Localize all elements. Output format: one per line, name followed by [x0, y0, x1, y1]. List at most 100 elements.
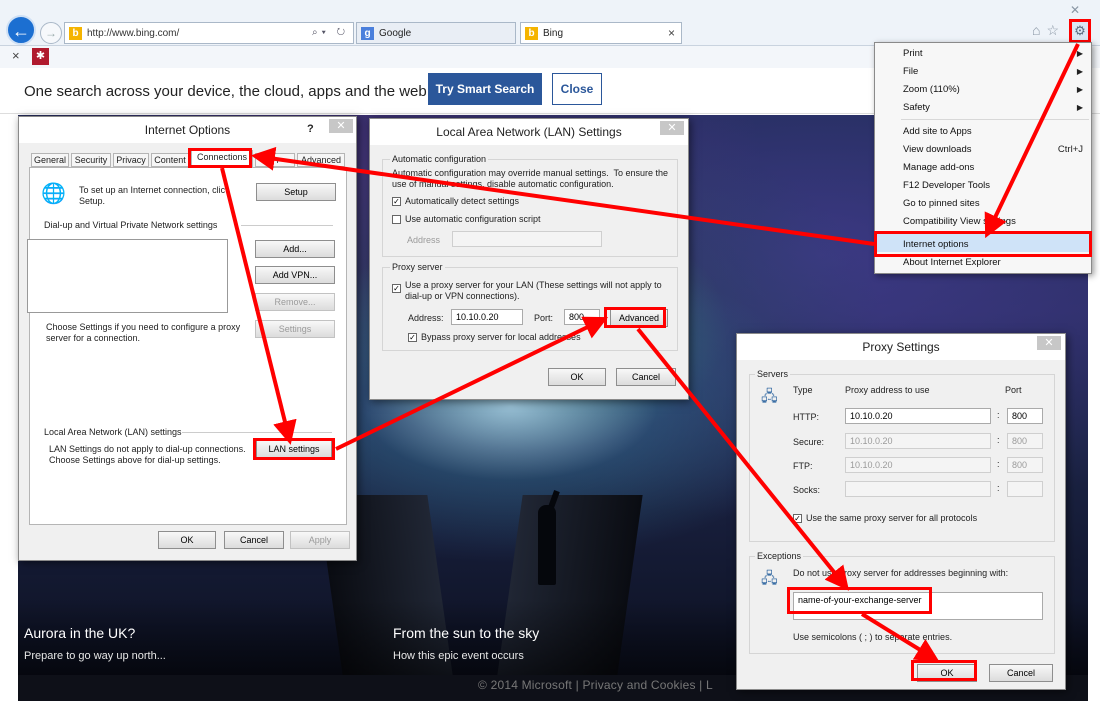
connections-listbox[interactable]: [27, 239, 228, 313]
divider: [241, 225, 333, 226]
col-address: Proxy address to use: [845, 385, 930, 395]
ok-button[interactable]: OK: [548, 368, 606, 386]
secure-address-input[interactable]: 10.10.0.20: [845, 433, 991, 449]
exceptions-heading: Exceptions: [755, 551, 804, 561]
tab-programs[interactable]: Pr: [255, 153, 295, 167]
choose-settings-text: Choose Settings if you need to configure…: [46, 322, 241, 343]
use-proxy-checkbox[interactable]: ✓: [392, 284, 401, 293]
tab-google[interactable]: g Google: [356, 22, 516, 44]
col-type: Type: [793, 385, 813, 395]
close-icon[interactable]: ✕: [1037, 336, 1061, 350]
secure-port-input[interactable]: 800: [1007, 433, 1043, 449]
hero-right-title[interactable]: From the sun to the sky: [393, 625, 539, 641]
network-icon: 🖧: [761, 570, 778, 587]
home-favorites-icons[interactable]: ⌂☆: [1032, 22, 1065, 39]
menu-item-f12-tools[interactable]: F12 Developer Tools: [903, 180, 990, 191]
close-icon[interactable]: ✕: [329, 119, 353, 133]
cancel-button[interactable]: Cancel: [989, 664, 1053, 682]
close-icon[interactable]: ×: [12, 48, 20, 63]
search-refresh-icons[interactable]: ⌕▾ ↻: [312, 27, 349, 38]
tab-label: Google: [379, 28, 412, 39]
bing-icon: b: [525, 27, 538, 40]
auto-detect-checkbox[interactable]: ✓: [392, 197, 401, 206]
app-icon[interactable]: ✱: [32, 48, 49, 65]
close-icon[interactable]: ✕: [660, 121, 684, 135]
advanced-button-highlight: [604, 307, 666, 328]
menu-item-manage-addons[interactable]: Manage add-ons: [903, 162, 974, 173]
menu-item-view-downloads[interactable]: View downloads: [903, 144, 971, 155]
ok-button[interactable]: OK: [158, 531, 216, 549]
colon: :: [997, 410, 1000, 420]
port-input[interactable]: 800: [564, 309, 600, 325]
setup-button[interactable]: Setup: [256, 183, 336, 201]
tab-advanced[interactable]: Advanced: [297, 153, 345, 167]
script-address-input[interactable]: [452, 231, 602, 247]
submenu-arrow-icon: ▶: [1076, 85, 1083, 94]
http-port-input[interactable]: 800: [1007, 408, 1043, 424]
tab-close-icon[interactable]: ×: [668, 26, 675, 40]
exceptions-text: Do not use proxy server for addresses be…: [793, 568, 1009, 578]
tab-content[interactable]: Content: [151, 153, 189, 167]
address-bar[interactable]: b http://www.bing.com/ ⌕▾ ↻: [64, 22, 354, 44]
hero-left-subtitle[interactable]: Prepare to go way up north...: [24, 650, 166, 662]
tab-privacy[interactable]: Privacy: [113, 153, 149, 167]
hero-left-title[interactable]: Aurora in the UK?: [24, 625, 135, 641]
socks-port-input[interactable]: [1007, 481, 1043, 497]
try-smart-search-button[interactable]: Try Smart Search: [428, 73, 542, 105]
menu-item-about-ie[interactable]: About Internet Explorer: [903, 257, 1001, 268]
proxy-server-heading: Proxy server: [390, 262, 445, 272]
gear-icon[interactable]: ⚙: [1069, 19, 1091, 43]
row-type: Secure:: [793, 437, 825, 447]
divider: [182, 432, 332, 433]
port-label: Port:: [534, 313, 554, 323]
proxy-address-input[interactable]: 10.10.0.20: [451, 309, 523, 325]
hero-right-subtitle[interactable]: How this epic event occurs: [393, 650, 524, 662]
ftp-address-input[interactable]: 10.10.0.20: [845, 457, 991, 473]
ftp-port-input[interactable]: 800: [1007, 457, 1043, 473]
tab-bing[interactable]: b Bing ×: [520, 22, 682, 44]
submenu-arrow-icon: ▶: [1076, 67, 1083, 76]
use-script-checkbox[interactable]: [392, 215, 401, 224]
use-proxy-label: Use a proxy server for your LAN (These s…: [405, 280, 662, 301]
close-banner-button[interactable]: Close: [552, 73, 602, 105]
window-close-icon[interactable]: ✕: [1070, 3, 1080, 17]
http-address-input[interactable]: 10.10.0.20: [845, 408, 991, 424]
cancel-button[interactable]: Cancel: [224, 531, 284, 549]
proxy-settings-dialog: Proxy Settings ✕ Servers 🖧 Type Proxy ad…: [736, 333, 1066, 690]
help-icon[interactable]: ?: [307, 123, 314, 135]
remove-button[interactable]: Remove...: [255, 293, 335, 311]
script-address-label: Address: [407, 235, 441, 245]
add-vpn-button[interactable]: Add VPN...: [255, 266, 335, 284]
settings-button[interactable]: Settings: [255, 320, 335, 338]
bypass-local-checkbox[interactable]: ✓: [408, 333, 417, 342]
add-button[interactable]: Add...: [255, 240, 335, 258]
row-type: Socks:: [793, 485, 821, 495]
shortcut-label: Ctrl+J: [1057, 144, 1083, 155]
dialup-heading: Dial-up and Virtual Private Network sett…: [44, 220, 218, 230]
menu-item-zoom[interactable]: Zoom (110%): [903, 84, 960, 95]
google-icon: g: [361, 27, 374, 40]
auto-config-heading: Automatic configuration: [390, 154, 489, 164]
socks-address-input[interactable]: [845, 481, 991, 497]
cancel-button[interactable]: Cancel: [616, 368, 676, 386]
lan-text: LAN Settings do not apply to dial-up con…: [49, 444, 246, 465]
person-silhouette: [538, 505, 556, 585]
forward-arrow-icon[interactable]: →: [40, 22, 62, 44]
menu-item-print[interactable]: Print: [903, 48, 923, 59]
lan-heading: Local Area Network (LAN) settings: [44, 427, 182, 437]
tab-general[interactable]: General: [31, 153, 69, 167]
menu-item-add-site-to-apps[interactable]: Add site to Apps: [903, 126, 972, 137]
same-proxy-checkbox[interactable]: ✓: [793, 514, 802, 523]
address-url[interactable]: http://www.bing.com/: [87, 28, 179, 39]
dialog-title: Proxy Settings: [737, 334, 1065, 360]
apply-button[interactable]: Apply: [290, 531, 350, 549]
tab-security[interactable]: Security: [71, 153, 111, 167]
menu-item-file[interactable]: File: [903, 66, 918, 77]
menu-item-pinned-sites[interactable]: Go to pinned sites: [903, 198, 980, 209]
proxy-address-label: Address:: [408, 313, 444, 323]
footer-links[interactable]: © 2014 Microsoft | Privacy and Cookies |…: [478, 678, 713, 692]
col-port: Port: [1005, 385, 1022, 395]
menu-item-safety[interactable]: Safety: [903, 102, 930, 113]
menu-item-compat-view[interactable]: Compatibility View settings: [903, 216, 1016, 227]
back-arrow-icon[interactable]: ←: [6, 15, 36, 45]
